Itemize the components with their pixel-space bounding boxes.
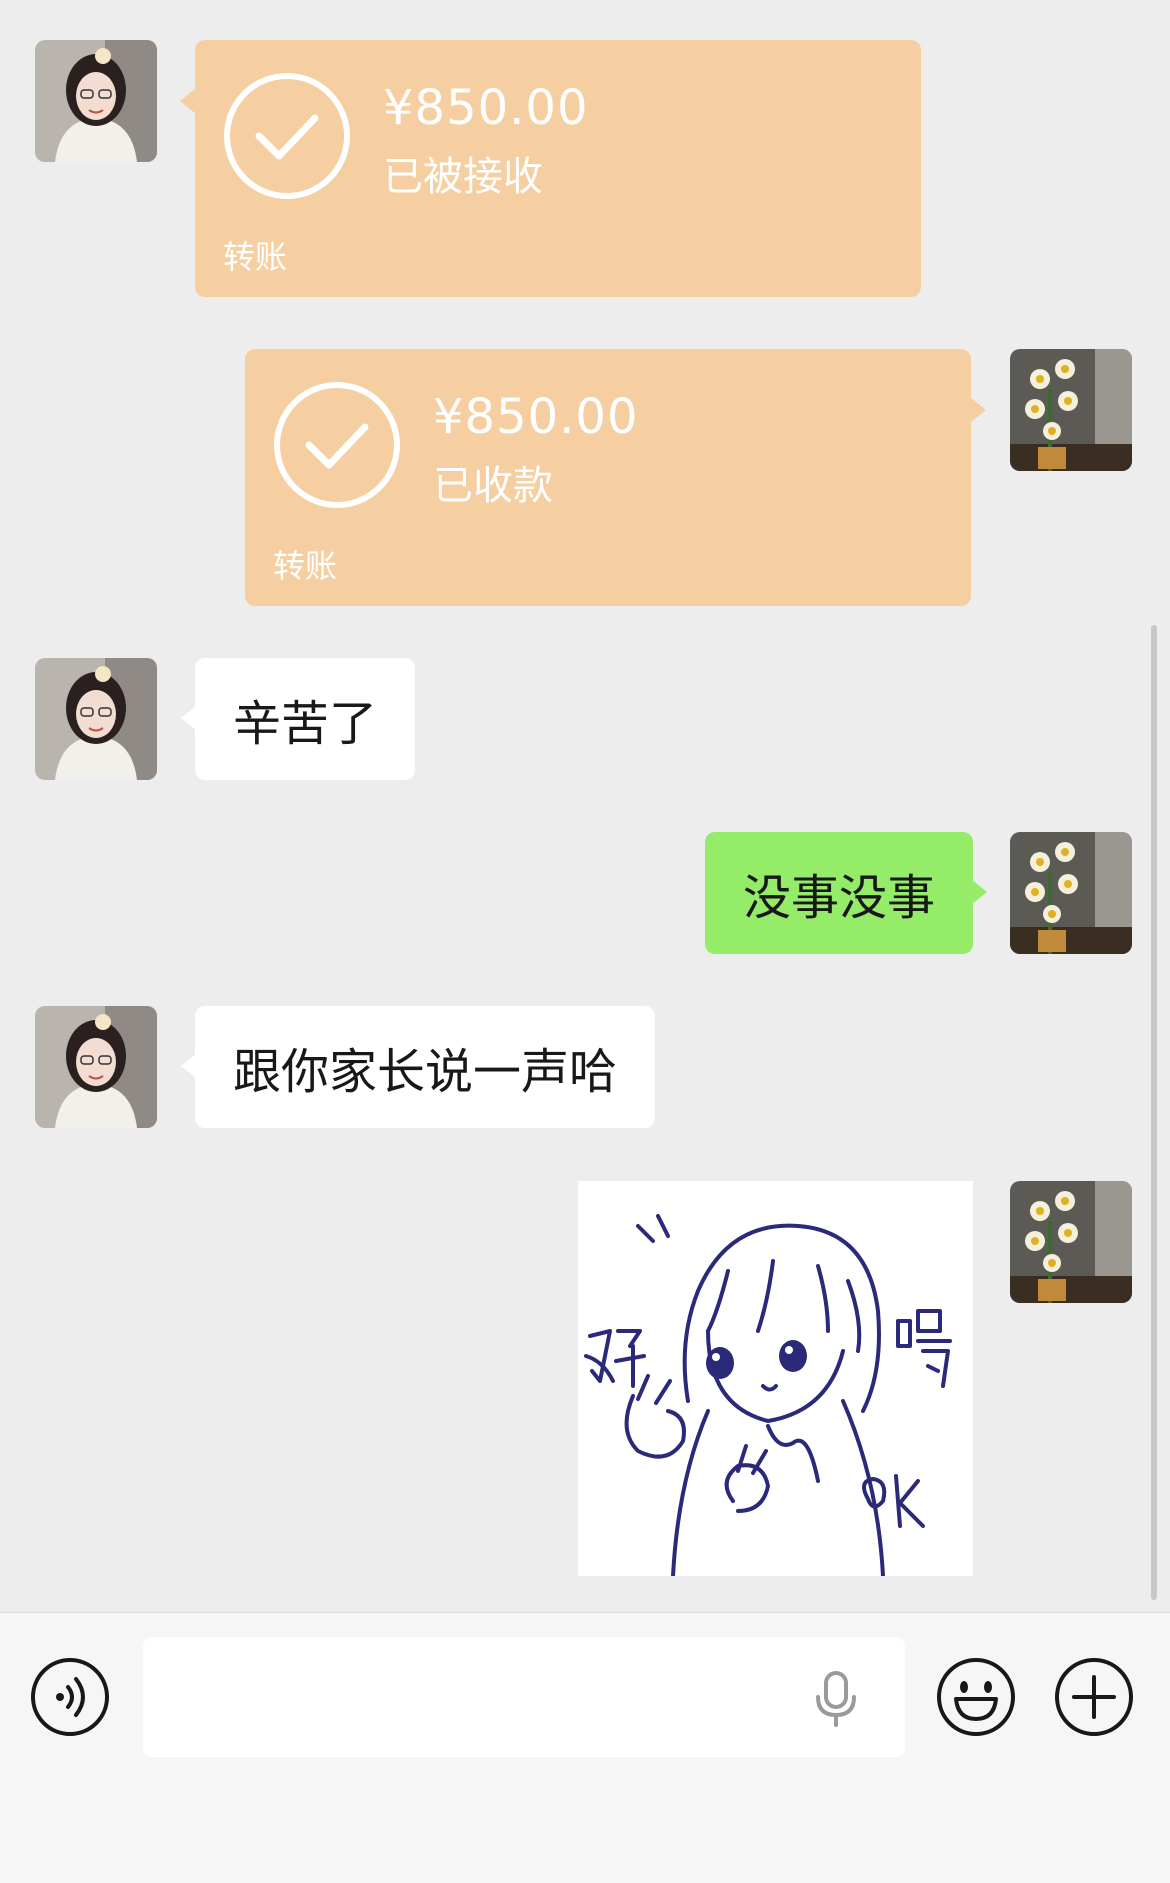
sticker-image xyxy=(584,1214,952,1578)
my-avatar[interactable] xyxy=(1010,832,1132,954)
message-text: 跟你家长说一声哈 xyxy=(233,1044,618,1100)
chat-area[interactable]: ¥850.00 已被接收 转账 ¥850.00 已收款 转账 辛苦了 没事没事 … xyxy=(0,0,1170,1612)
check-circle-icon xyxy=(274,382,400,508)
emoji-icon[interactable] xyxy=(936,1657,1016,1737)
check-circle-icon xyxy=(224,73,350,199)
message-text: 没事没事 xyxy=(742,870,935,926)
transfer-card-received[interactable]: ¥850.00 已被接收 转账 xyxy=(180,40,921,297)
message-text: 辛苦了 xyxy=(233,696,378,752)
scrollbar[interactable] xyxy=(1151,625,1157,1600)
contact-avatar[interactable] xyxy=(35,40,157,162)
contact-avatar[interactable] xyxy=(35,658,157,780)
my-avatar[interactable] xyxy=(1010,349,1132,471)
transfer-label: 转账 xyxy=(273,547,338,585)
plus-icon[interactable] xyxy=(1054,1657,1134,1737)
message-input[interactable] xyxy=(143,1637,905,1757)
message-bubble-incoming[interactable]: 辛苦了 xyxy=(181,658,416,780)
message-bubble-incoming[interactable]: 跟你家长说一声哈 xyxy=(181,1006,656,1128)
message-bubble-outgoing[interactable]: 没事没事 xyxy=(704,832,987,954)
transfer-status: 已被接收 xyxy=(383,154,543,200)
input-bar xyxy=(0,1612,1170,1883)
transfer-status: 已收款 xyxy=(433,463,553,509)
transfer-card-collected[interactable]: ¥850.00 已收款 转账 xyxy=(245,349,986,606)
transfer-amount: ¥850.00 xyxy=(433,389,639,445)
transfer-label: 转账 xyxy=(223,238,288,276)
microphone-icon[interactable] xyxy=(810,1671,862,1727)
transfer-amount: ¥850.00 xyxy=(383,80,589,136)
voice-icon[interactable] xyxy=(30,1657,110,1737)
sticker-message[interactable] xyxy=(578,1181,973,1578)
contact-avatar[interactable] xyxy=(35,1006,157,1128)
my-avatar[interactable] xyxy=(1010,1181,1132,1303)
